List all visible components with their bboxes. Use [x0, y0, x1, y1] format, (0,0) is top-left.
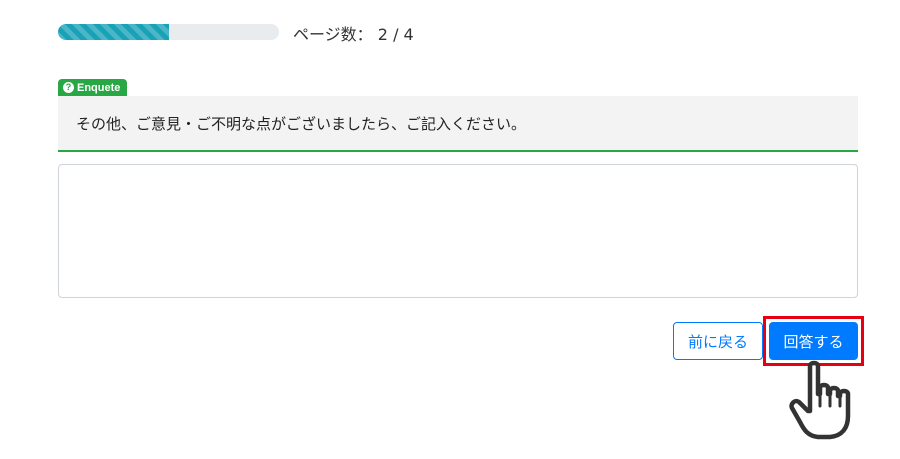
enquete-badge-label: Enquete: [77, 81, 121, 94]
submit-button[interactable]: 回答する: [769, 322, 858, 360]
progress-bar: [58, 24, 279, 40]
back-button-label: 前に戻る: [687, 332, 748, 351]
page-count-separator: /: [393, 25, 399, 44]
progress-bar-fill: [58, 24, 169, 40]
question-circle-icon: ?: [63, 82, 74, 93]
hand-pointer-icon: [789, 360, 851, 440]
page-count: ページ数： 2 / 4: [293, 21, 414, 45]
page-count-current: 2: [377, 25, 388, 44]
page-count-label: ページ数：: [293, 25, 373, 44]
back-button[interactable]: 前に戻る: [673, 322, 763, 360]
submit-button-label: 回答する: [783, 332, 844, 351]
page-count-total: 4: [403, 25, 414, 44]
answer-textarea[interactable]: [58, 164, 858, 298]
question-text: その他、ご意見・ご不明な点がございましたら、ご記入ください。: [76, 114, 527, 133]
enquete-badge: ? Enquete: [58, 79, 128, 96]
question-box: その他、ご意見・ご不明な点がございましたら、ご記入ください。: [58, 96, 858, 152]
